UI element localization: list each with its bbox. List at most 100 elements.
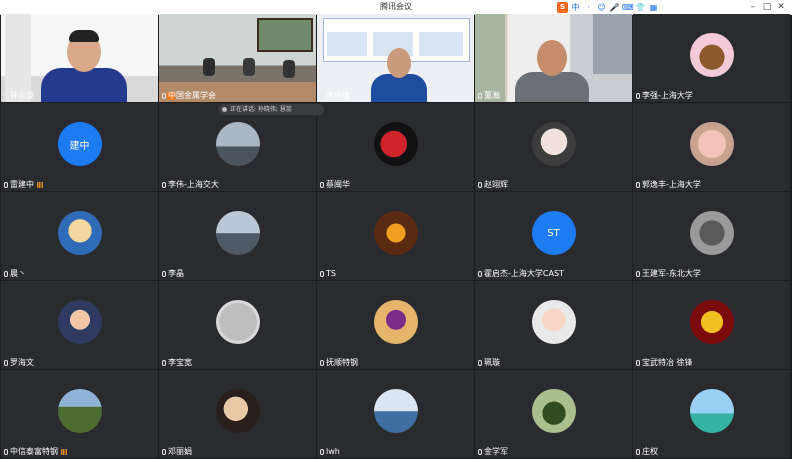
participant-avatar xyxy=(373,300,418,344)
participant-tile[interactable]: 蔡闽华 xyxy=(317,103,474,191)
participant-name-label: 蔡闽华 xyxy=(326,180,350,189)
participant-name: 抚顺特钢 xyxy=(320,358,358,368)
participant-avatar xyxy=(689,122,734,166)
participant-avatar xyxy=(57,300,102,344)
participant-tile[interactable]: 中国金属学会 xyxy=(159,14,316,102)
window-titlebar: 腾讯会议 S 中 · ☺ 🎤 ⌨ 👕 ▦ – □ ✕ xyxy=(0,0,792,15)
ime-tools-icon[interactable]: ▦ xyxy=(648,2,659,13)
participant-name: 中国金属学会 xyxy=(162,91,216,101)
maximize-icon[interactable]: □ xyxy=(760,2,774,12)
participant-avatar xyxy=(57,389,102,433)
ime-punct-icon[interactable]: · xyxy=(583,2,594,13)
participant-name-label: 邓丽娟 xyxy=(168,447,192,456)
participant-name: 霍启杰-上海大学CAST xyxy=(478,269,564,279)
participant-name-label: 金学军 xyxy=(484,447,508,456)
participant-avatar xyxy=(373,122,418,166)
participant-name: 张成连 xyxy=(320,91,350,101)
participant-name-label: 钟云波 xyxy=(10,91,34,100)
participant-tile[interactable]: 抚顺特钢 xyxy=(317,281,474,369)
participant-name: 郭逸丰-上海大学 xyxy=(636,180,701,190)
participant-tile[interactable]: 庄权 xyxy=(633,370,790,458)
participant-tile[interactable]: 罗海文 xyxy=(1,281,158,369)
microphone-icon xyxy=(320,182,324,188)
ime-emoji-icon[interactable]: ☺ xyxy=(596,2,607,13)
speaking-label: 正在讲话: 孙晓伟; 慧蕊 xyxy=(230,106,292,113)
participant-tile[interactable]: TS xyxy=(317,192,474,280)
participant-avatar xyxy=(689,33,734,77)
participant-tile[interactable]: 宝武特冶 徐锋 xyxy=(633,281,790,369)
participant-tile[interactable]: 李强-上海大学 xyxy=(633,14,790,102)
participant-name-label: 宝武特冶 徐锋 xyxy=(642,358,693,367)
window-controls: – □ ✕ xyxy=(746,0,788,14)
microphone-icon xyxy=(478,271,482,277)
participant-tile[interactable]: 李晶 xyxy=(159,192,316,280)
participant-avatar xyxy=(215,211,260,255)
participant-tile[interactable]: ST 霍启杰-上海大学CAST xyxy=(475,192,632,280)
participant-name: 邓丽娟 xyxy=(162,447,192,457)
ime-skin-icon[interactable]: 👕 xyxy=(635,2,646,13)
participant-name-label: 珮璇 xyxy=(484,358,500,367)
microphone-icon xyxy=(478,182,482,188)
participant-tile[interactable]: 董瀚 xyxy=(475,14,632,102)
participant-avatar: ST xyxy=(531,211,576,255)
participant-name-label: 郭逸丰-上海大学 xyxy=(642,180,701,189)
microphone-icon xyxy=(320,360,324,366)
participant-avatar xyxy=(531,300,576,344)
participant-name-label: 赵翊辉 xyxy=(484,180,508,189)
participant-name-label: 罗海文 xyxy=(10,358,34,367)
participant-name: 李宝宽 xyxy=(162,358,192,368)
speaker-icon xyxy=(222,107,227,112)
microphone-icon xyxy=(320,93,324,99)
participant-name: TS xyxy=(320,269,336,279)
microphone-icon xyxy=(636,182,640,188)
participant-tile[interactable]: 建中雷建中 xyxy=(1,103,158,191)
participant-tile[interactable]: 钟云波 xyxy=(1,14,158,102)
participant-name-label: 抚顺特钢 xyxy=(326,358,358,367)
ime-voice-icon[interactable]: 🎤 xyxy=(609,2,620,13)
participant-tile[interactable]: 郭逸丰-上海大学 xyxy=(633,103,790,191)
minimize-icon[interactable]: – xyxy=(746,2,760,12)
microphone-icon xyxy=(636,449,640,455)
participant-name-label: 李强-上海大学 xyxy=(642,91,693,100)
microphone-icon xyxy=(4,360,8,366)
participant-tile[interactable]: 王建军-东北大学 xyxy=(633,192,790,280)
participant-name-label: lwh xyxy=(326,447,340,456)
participant-name-label: 李晶 xyxy=(168,269,184,278)
participant-name-label: 雷建中 xyxy=(10,180,34,189)
participant-name: 李伟-上海交大 xyxy=(162,180,219,190)
participant-name: 王建军-东北大学 xyxy=(636,269,701,279)
participant-grid: 钟云波 中国金属学会 张成连 董瀚 李强-上海大学 建中 雷建中 李伟-上海交大 蔡闽华 赵翊辉郭… xyxy=(0,14,792,459)
microphone-icon xyxy=(4,182,8,188)
participant-tile[interactable]: lwh xyxy=(317,370,474,458)
participant-tile[interactable]: 张成连 xyxy=(317,14,474,102)
close-icon[interactable]: ✕ xyxy=(774,2,788,12)
participant-tile[interactable]: 李宝宽 xyxy=(159,281,316,369)
participant-name: 李强-上海大学 xyxy=(636,91,693,101)
avatar-initials: 建中 xyxy=(69,140,90,152)
participant-tile[interactable]: 李伟-上海交大 xyxy=(159,103,316,191)
participant-name-label: 庄权 xyxy=(642,447,658,456)
participant-tile[interactable]: 晨丶 xyxy=(1,192,158,280)
microphone-icon xyxy=(478,93,482,99)
microphone-icon xyxy=(4,449,8,455)
participant-name-label: 李伟-上海交大 xyxy=(168,180,219,189)
ime-keyboard-icon[interactable]: ⌨ xyxy=(622,2,634,13)
participant-avatar: 建中 xyxy=(57,122,102,166)
participant-tile[interactable]: 珮璇 xyxy=(475,281,632,369)
participant-avatar xyxy=(689,211,734,255)
participant-name-label: 王建军-东北大学 xyxy=(642,269,701,278)
microphone-icon xyxy=(162,182,166,188)
participant-name-label: 中国金属学会 xyxy=(168,91,216,100)
ime-logo-icon[interactable]: S xyxy=(557,1,568,13)
participant-avatar xyxy=(689,389,734,433)
ime-lang-icon[interactable]: 中 xyxy=(570,2,581,13)
participant-name-label: 李宝宽 xyxy=(168,358,192,367)
participant-name: 罗海文 xyxy=(4,358,34,368)
participant-tile[interactable]: 中信泰富特钢 xyxy=(1,370,158,458)
participant-avatar xyxy=(531,389,576,433)
microphone-icon xyxy=(162,449,166,455)
participant-tile[interactable]: 金学军 xyxy=(475,370,632,458)
participant-name: 庄权 xyxy=(636,447,658,457)
participant-tile[interactable]: 赵翊辉 xyxy=(475,103,632,191)
participant-tile[interactable]: 邓丽娟 xyxy=(159,370,316,458)
